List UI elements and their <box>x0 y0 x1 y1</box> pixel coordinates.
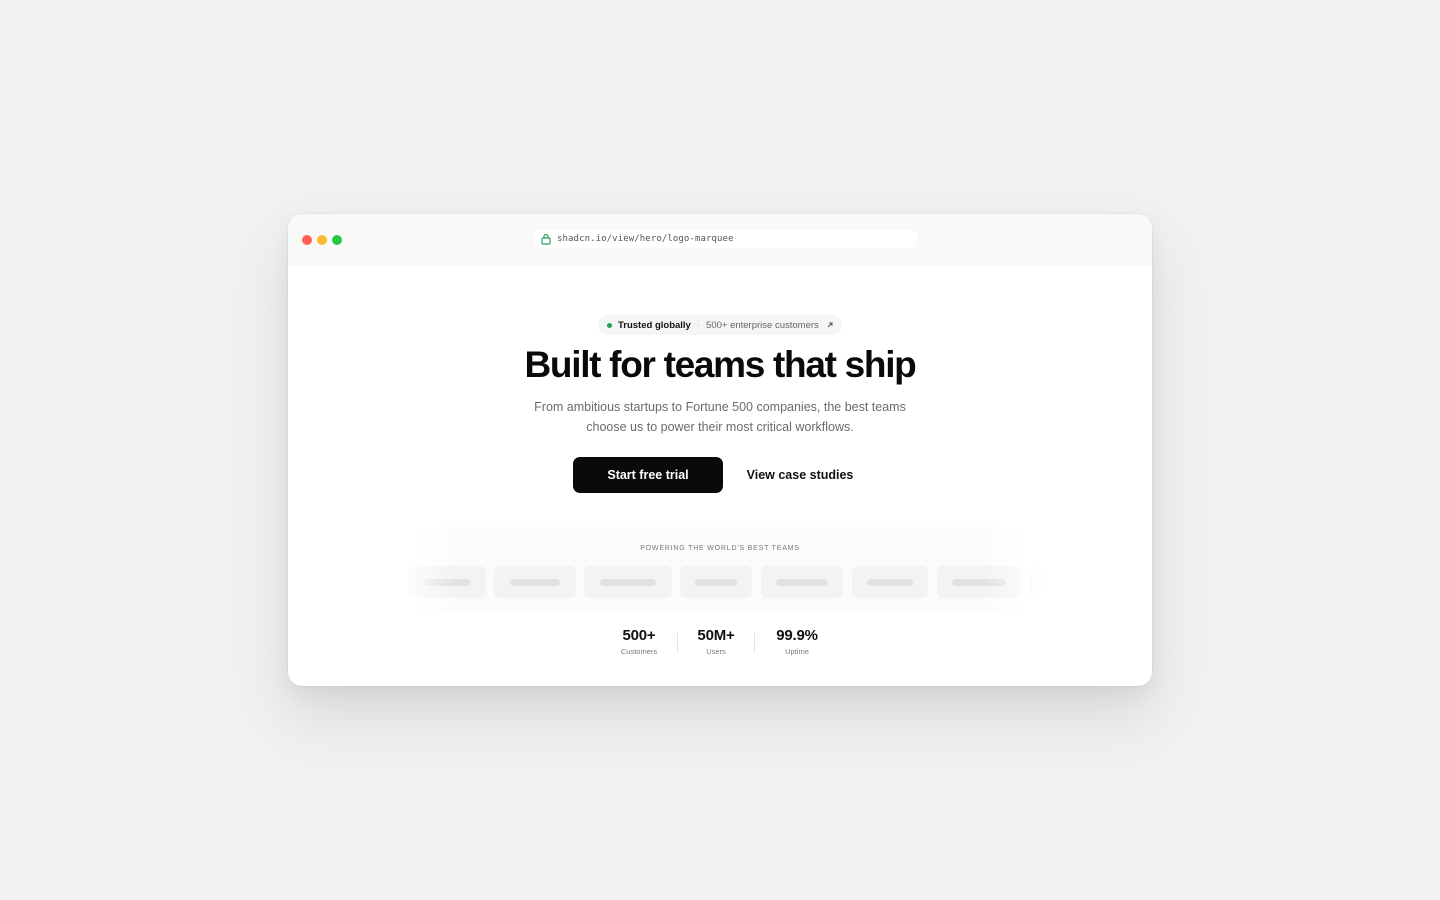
logos-label: POWERING THE WORLD'S BEST TEAMS <box>640 545 800 552</box>
url-text: shadcn.io/view/hero/logo-marquee <box>557 234 734 244</box>
stat-value: 99.9% <box>776 627 818 644</box>
view-case-studies-button[interactable]: View case studies <box>735 457 865 493</box>
stat-label: Users <box>706 647 726 656</box>
logo-placeholder <box>761 566 843 598</box>
minimize-window-button[interactable] <box>317 235 327 245</box>
stat-value: 50M+ <box>697 627 735 644</box>
stat-users: 50M+ Users <box>686 627 746 656</box>
logo-placeholder <box>852 566 928 598</box>
status-dot-icon <box>607 322 612 328</box>
start-free-trial-button[interactable]: Start free trial <box>573 457 723 493</box>
badge-separator: · <box>696 319 701 331</box>
logo-placeholder <box>680 566 752 598</box>
logo-marquee: POWERING THE WORLD'S BEST TEAMS <box>396 527 1044 613</box>
badge-title: Trusted globally <box>618 319 691 331</box>
page-title: Built for teams that ship <box>524 344 917 385</box>
lock-icon <box>541 233 551 245</box>
stat-customers: 500+ Customers <box>609 627 669 656</box>
trust-badge[interactable]: Trusted globally · 500+ enterprise custo… <box>598 315 842 335</box>
browser-titlebar: shadcn.io/view/hero/logo-marquee <box>288 214 1152 266</box>
logo-placeholder <box>494 566 576 598</box>
stat-divider <box>677 633 678 653</box>
badge-subtitle: 500+ enterprise customers <box>706 319 819 331</box>
stat-divider <box>754 633 755 653</box>
logo-placeholder <box>584 566 672 598</box>
stat-uptime: 99.9% Uptime <box>764 627 830 656</box>
address-bar[interactable]: shadcn.io/view/hero/logo-marquee <box>534 230 917 248</box>
hero-subtitle: From ambitious startups to Fortune 500 c… <box>534 400 906 434</box>
stat-label: Customers <box>620 647 658 656</box>
maximize-window-button[interactable] <box>332 235 342 245</box>
stat-label: Uptime <box>785 647 809 656</box>
browser-window: shadcn.io/view/hero/logo-marquee Trusted… <box>288 214 1152 686</box>
arrow-up-right-icon <box>827 322 833 328</box>
stat-value: 500+ <box>622 627 656 644</box>
close-window-button[interactable] <box>302 235 312 245</box>
